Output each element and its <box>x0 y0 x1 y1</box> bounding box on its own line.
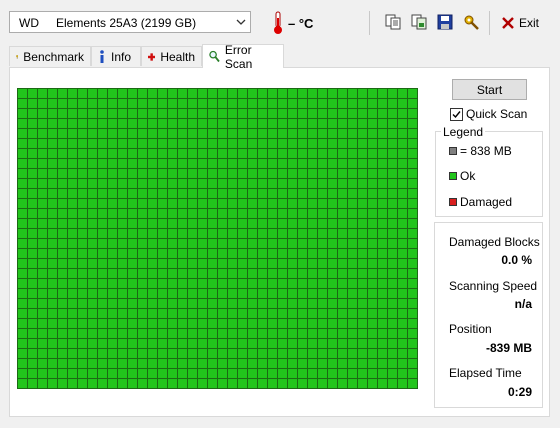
scanning-speed-label: Scanning Speed <box>449 279 538 293</box>
legend-label: = 838 MB <box>460 144 512 158</box>
legend-swatch-green <box>449 172 457 180</box>
floppy-disk-icon <box>437 14 453 30</box>
checkbox-box[interactable] <box>450 107 463 121</box>
quick-scan-checkbox[interactable]: Quick Scan <box>450 107 527 121</box>
elapsed-time-label: Elapsed Time <box>449 366 522 380</box>
legend-label: Damaged <box>460 195 513 209</box>
chevron-down-icon[interactable] <box>232 12 250 32</box>
start-button[interactable]: Start <box>452 79 527 100</box>
legend-swatch-gray <box>449 147 457 155</box>
drive-model: Elements 25A3 (2199 GB) <box>56 16 197 30</box>
start-label: Start <box>476 82 503 97</box>
health-cross-icon <box>148 52 156 61</box>
block-scan-grid <box>17 88 418 389</box>
temperature-value: – °C <box>288 16 314 31</box>
tab-health[interactable]: Health <box>141 46 202 66</box>
copy-screenshot-button[interactable] <box>408 11 430 33</box>
legend-title: Legend <box>441 125 486 139</box>
legend-swatch-red <box>449 198 457 206</box>
position-label: Position <box>449 322 492 336</box>
drive-brand: WD <box>19 16 39 30</box>
tab-label: Health <box>160 49 195 64</box>
gauge-icon <box>16 54 19 59</box>
tab-error-scan[interactable]: Error Scan <box>202 42 284 71</box>
legend-item-damaged: Damaged <box>449 195 512 209</box>
damaged-blocks-label: Damaged Blocks <box>449 235 540 249</box>
tab-label: Error Scan <box>224 42 253 71</box>
legend-item-block-size: = 838 MB <box>449 144 512 158</box>
copy-text-button[interactable] <box>382 11 404 33</box>
block-grid-lines <box>17 88 418 389</box>
magnifier-icon <box>209 50 220 63</box>
copy-icon <box>385 14 401 30</box>
exit-button[interactable]: Exit <box>501 11 539 35</box>
legend-label: Ok <box>460 169 476 183</box>
tab-info[interactable]: Info <box>91 46 141 66</box>
toolbar-separator <box>489 11 490 35</box>
options-button[interactable] <box>460 11 482 33</box>
save-button[interactable] <box>434 11 456 33</box>
info-icon <box>100 49 104 63</box>
copy-image-icon <box>411 14 427 30</box>
scanning-speed-value: n/a <box>514 297 532 311</box>
tab-benchmark[interactable]: Benchmark <box>9 46 91 66</box>
thermometer-icon <box>272 11 284 35</box>
check-icon <box>452 110 461 118</box>
damaged-blocks-value: 0.0 % <box>501 253 532 267</box>
exit-label: Exit <box>519 16 540 30</box>
position-value: -839 MB <box>485 341 532 355</box>
tab-label: Benchmark <box>23 49 84 64</box>
legend-item-ok: Ok <box>449 169 475 183</box>
app-window: WD Elements 25A3 (2199 GB) – °C Exit Ben… <box>0 0 560 428</box>
stats-group <box>434 222 543 408</box>
close-icon <box>502 17 514 29</box>
tab-label: Info <box>111 49 132 64</box>
toolbar-separator <box>369 11 370 35</box>
tools-icon <box>464 15 479 30</box>
elapsed-time-value: 0:29 <box>507 385 532 399</box>
quick-scan-label: Quick Scan <box>466 107 528 121</box>
drive-select[interactable]: WD Elements 25A3 (2199 GB) <box>9 11 251 33</box>
